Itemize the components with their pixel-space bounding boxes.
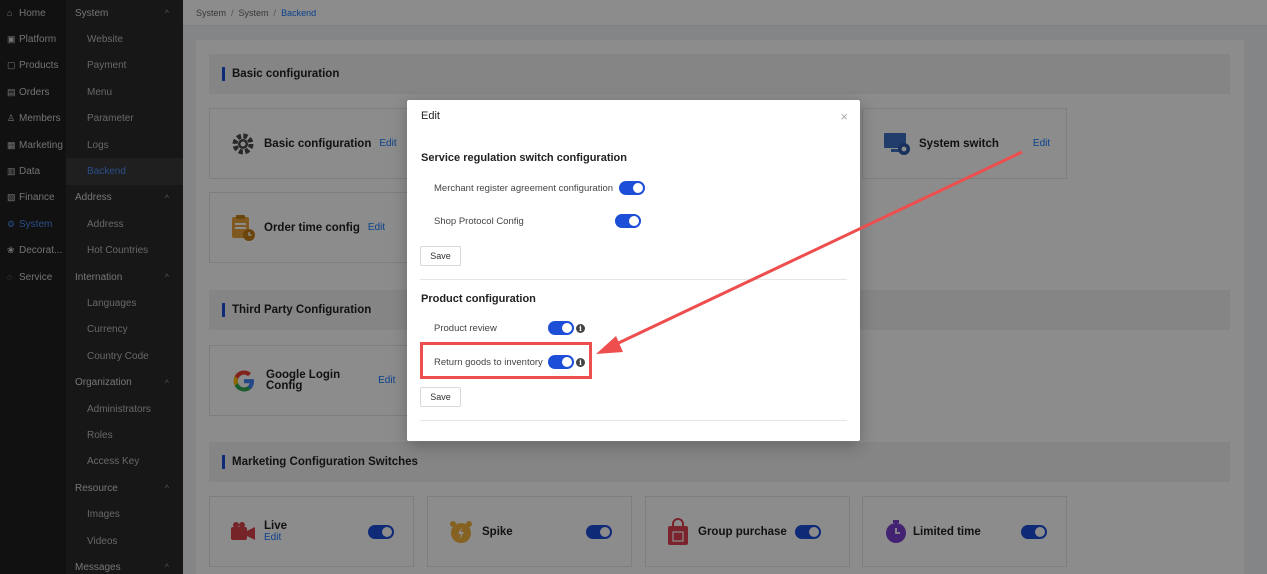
setting-label: Merchant register agreement configuratio… [434,182,614,194]
highlight-box [420,342,592,379]
modal-title: Edit [421,110,440,122]
product-review-row: Product review i [434,321,585,335]
product-save-button[interactable]: Save [420,387,461,407]
setting-label: Shop Protocol Config [434,215,524,227]
merchant-agreement-row: Merchant register agreement configuratio… [434,181,646,195]
divider [420,279,847,280]
service-regulation-title: Service regulation switch configuration [421,152,627,164]
modal-header: Edit × [407,100,860,132]
merchant-agreement-toggle[interactable] [619,181,646,195]
product-configuration-title: Product configuration [421,293,536,305]
product-review-toggle[interactable] [548,321,574,335]
shop-protocol-toggle[interactable] [615,214,641,228]
edit-modal: Edit × Service regulation switch configu… [407,100,860,441]
setting-label: Product review [434,322,497,334]
info-icon[interactable]: i [576,323,585,333]
close-icon[interactable]: × [840,109,848,124]
shop-protocol-row: Shop Protocol Config [434,214,641,228]
divider [420,420,847,421]
service-save-button[interactable]: Save [420,246,461,266]
